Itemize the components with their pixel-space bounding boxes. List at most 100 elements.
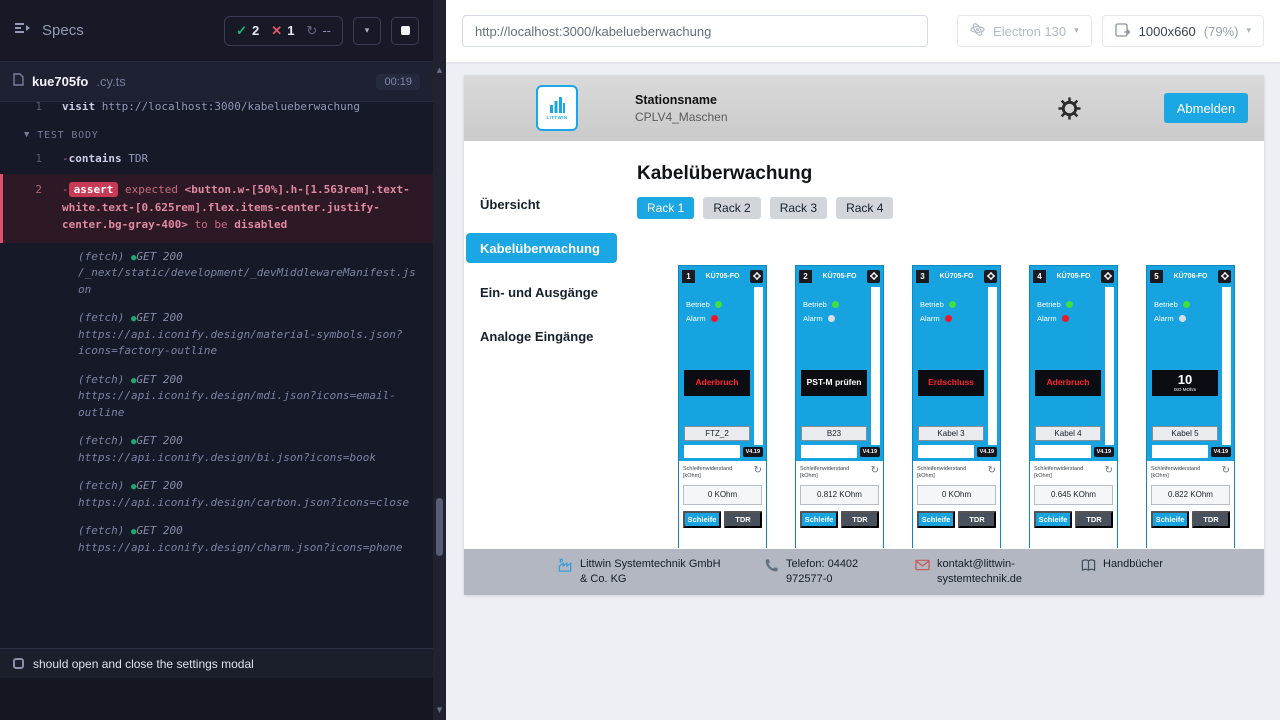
tdr-button[interactable]: TDR	[724, 511, 762, 528]
viewport-zoom: (79%)	[1204, 24, 1239, 39]
aut-stage: LITTWIN Stationsname CPLV4_Maschen Abmel…	[446, 62, 1280, 720]
schleife-button[interactable]: Schleife	[683, 511, 721, 528]
tdr-button[interactable]: TDR	[841, 511, 879, 528]
schleife-button[interactable]: Schleife	[1151, 511, 1189, 528]
fetch-url: https://api.iconify.design/bi.json?icons…	[78, 450, 419, 467]
tdr-button[interactable]: TDR	[1192, 511, 1230, 528]
fetch-log-entry[interactable]: (fetch) ●GET 200 https://api.iconify.des…	[0, 472, 433, 517]
app-header: LITTWIN Stationsname CPLV4_Maschen Abmel…	[464, 75, 1264, 141]
meter-strip	[871, 287, 880, 445]
status-display: PST-M prüfen	[801, 370, 867, 396]
stop-button[interactable]	[391, 17, 419, 45]
next-test-row[interactable]: should open and close the settings modal	[0, 648, 433, 678]
tab-rack-1[interactable]: Rack 1	[637, 197, 694, 219]
command-arg: TDR	[128, 152, 148, 165]
device-gear-icon[interactable]	[867, 270, 880, 283]
command-contains[interactable]: 1-contains TDR	[0, 147, 433, 172]
sidebar-item-analoge-eingaenge[interactable]: Analoge Eingänge	[464, 321, 619, 351]
scroll-down-icon[interactable]: ▼	[433, 706, 446, 714]
meter-strip	[754, 287, 763, 445]
measurement-label: Schleifenwiderstand [kOhm]	[917, 466, 973, 481]
status-display: Aderbruch	[1035, 370, 1101, 396]
device-gear-icon[interactable]	[1101, 270, 1114, 283]
viewport-select[interactable]: 1000x660 (79%) ▾	[1102, 15, 1264, 47]
resistance-value: 0 KOhm	[683, 485, 762, 505]
phone-number: Telefon: 04402 972577-0	[786, 557, 881, 587]
refresh-icon[interactable]: ↻	[754, 466, 762, 476]
command-number: 2	[0, 181, 42, 199]
tab-rack-3[interactable]: Rack 3	[770, 197, 827, 219]
status-text: Aderbruch	[696, 378, 739, 387]
fetch-log-entry[interactable]: (fetch) ●GET 200 https://api.iconify.des…	[0, 304, 433, 366]
betrieb-label: Betrieb	[1154, 300, 1178, 309]
fetch-log-entry[interactable]: (fetch) ●GET 200 /_next/static/developme…	[0, 243, 433, 305]
meter-strip	[1105, 287, 1114, 445]
fetch-url: https://api.iconify.design/mdi.json?icon…	[78, 388, 419, 421]
firmware-version: V4.19	[977, 447, 997, 457]
firmware-version: V4.19	[1211, 447, 1231, 457]
version-field	[1152, 445, 1208, 458]
url-input[interactable]: http://localhost:3000/kabelueberwachung	[462, 15, 928, 47]
refresh-icon[interactable]: ↻	[871, 466, 879, 476]
reporter-scrollbar[interactable]: ▲ ▼	[433, 0, 446, 720]
schleife-button[interactable]: Schleife	[1034, 511, 1072, 528]
footer-phone: Telefon: 04402 972577-0	[764, 557, 881, 587]
browser-select[interactable]: Electron 130 ▾	[957, 15, 1092, 47]
tab-rack-4[interactable]: Rack 4	[836, 197, 893, 219]
fetch-log-entry[interactable]: (fetch) ●GET 200 https://api.iconify.des…	[0, 366, 433, 428]
settings-gear-icon[interactable]	[1056, 95, 1082, 121]
test-stats: ✓2 ✕1 ↻--	[224, 16, 343, 46]
collapse-button[interactable]: ▾	[353, 17, 381, 45]
scroll-up-icon[interactable]: ▲	[433, 66, 446, 74]
specs-menu-icon[interactable]	[14, 21, 32, 40]
status-subtext: ISO MOhm	[1174, 388, 1197, 393]
command-assert-failed[interactable]: 2-assert expected <button.w-[50%].h-[1.5…	[0, 174, 433, 243]
alarm-label: Alarm	[686, 314, 706, 323]
littwin-logo: LITTWIN	[536, 85, 578, 131]
status-text: 10	[1178, 373, 1192, 387]
command-visit[interactable]: 1 visit http://localhost:3000/kabelueber…	[0, 102, 433, 120]
refresh-icon[interactable]: ↻	[1105, 466, 1113, 476]
browser-name: Electron 130	[993, 24, 1066, 39]
tdr-button[interactable]: TDR	[958, 511, 996, 528]
app-under-test: LITTWIN Stationsname CPLV4_Maschen Abmel…	[464, 75, 1264, 595]
sidebar-item-kabelueberwachung[interactable]: Kabelüberwachung	[466, 233, 617, 263]
tdr-button[interactable]: TDR	[1075, 511, 1113, 528]
spec-file-name: kue705fo	[32, 74, 88, 89]
assert-state: disabled	[234, 218, 287, 231]
device-gear-icon[interactable]	[1218, 270, 1231, 283]
device-gear-icon[interactable]	[750, 270, 763, 283]
refresh-icon[interactable]: ↻	[1222, 466, 1230, 476]
specs-label[interactable]: Specs	[42, 22, 84, 39]
refresh-icon[interactable]: ↻	[988, 466, 996, 476]
schleife-button[interactable]: Schleife	[917, 511, 955, 528]
logout-button[interactable]: Abmelden	[1164, 93, 1248, 123]
betrieb-led	[1066, 301, 1073, 308]
device-cards: 1 KÜ705-FO Betrieb Alarm Aderbruch	[678, 265, 1264, 548]
pending-icon: ↻	[306, 23, 317, 39]
phone-icon	[764, 558, 779, 578]
test-icon	[13, 658, 24, 669]
status-text: PST-M prüfen	[807, 378, 862, 387]
cable-name: Kabel 5	[1152, 426, 1218, 441]
station-info: Stationsname CPLV4_Maschen	[635, 93, 728, 124]
spec-file-row[interactable]: kue705fo .cy.ts 00:19	[0, 62, 433, 102]
version-field	[918, 445, 974, 458]
schleife-button[interactable]: Schleife	[800, 511, 838, 528]
alarm-label: Alarm	[1154, 314, 1174, 323]
tab-rack-2[interactable]: Rack 2	[703, 197, 760, 219]
device-gear-icon[interactable]	[984, 270, 997, 283]
sidebar-item-uebersicht[interactable]: Übersicht	[464, 189, 619, 219]
betrieb-label: Betrieb	[920, 300, 944, 309]
dash: -	[62, 183, 69, 196]
device-model: KÜ705-FO	[698, 273, 747, 280]
scrollbar-thumb[interactable]	[436, 498, 443, 556]
footer-manuals[interactable]: Handbücher	[1081, 557, 1163, 577]
fetch-url: https://api.iconify.design/material-symb…	[78, 327, 419, 360]
sidebar-item-ein-und-ausgaenge[interactable]: Ein- und Ausgänge	[464, 277, 619, 307]
fetch-log-entry[interactable]: (fetch) ●GET 200 https://api.iconify.des…	[0, 427, 433, 472]
sidebar: Übersicht Kabelüberwachung Ein- und Ausg…	[464, 141, 619, 549]
fetch-log-entry[interactable]: (fetch) ●GET 200 https://api.iconify.des…	[0, 517, 433, 562]
test-body-section[interactable]: ▼ TEST BODY	[0, 120, 433, 147]
firmware-version: V4.19	[1094, 447, 1114, 457]
